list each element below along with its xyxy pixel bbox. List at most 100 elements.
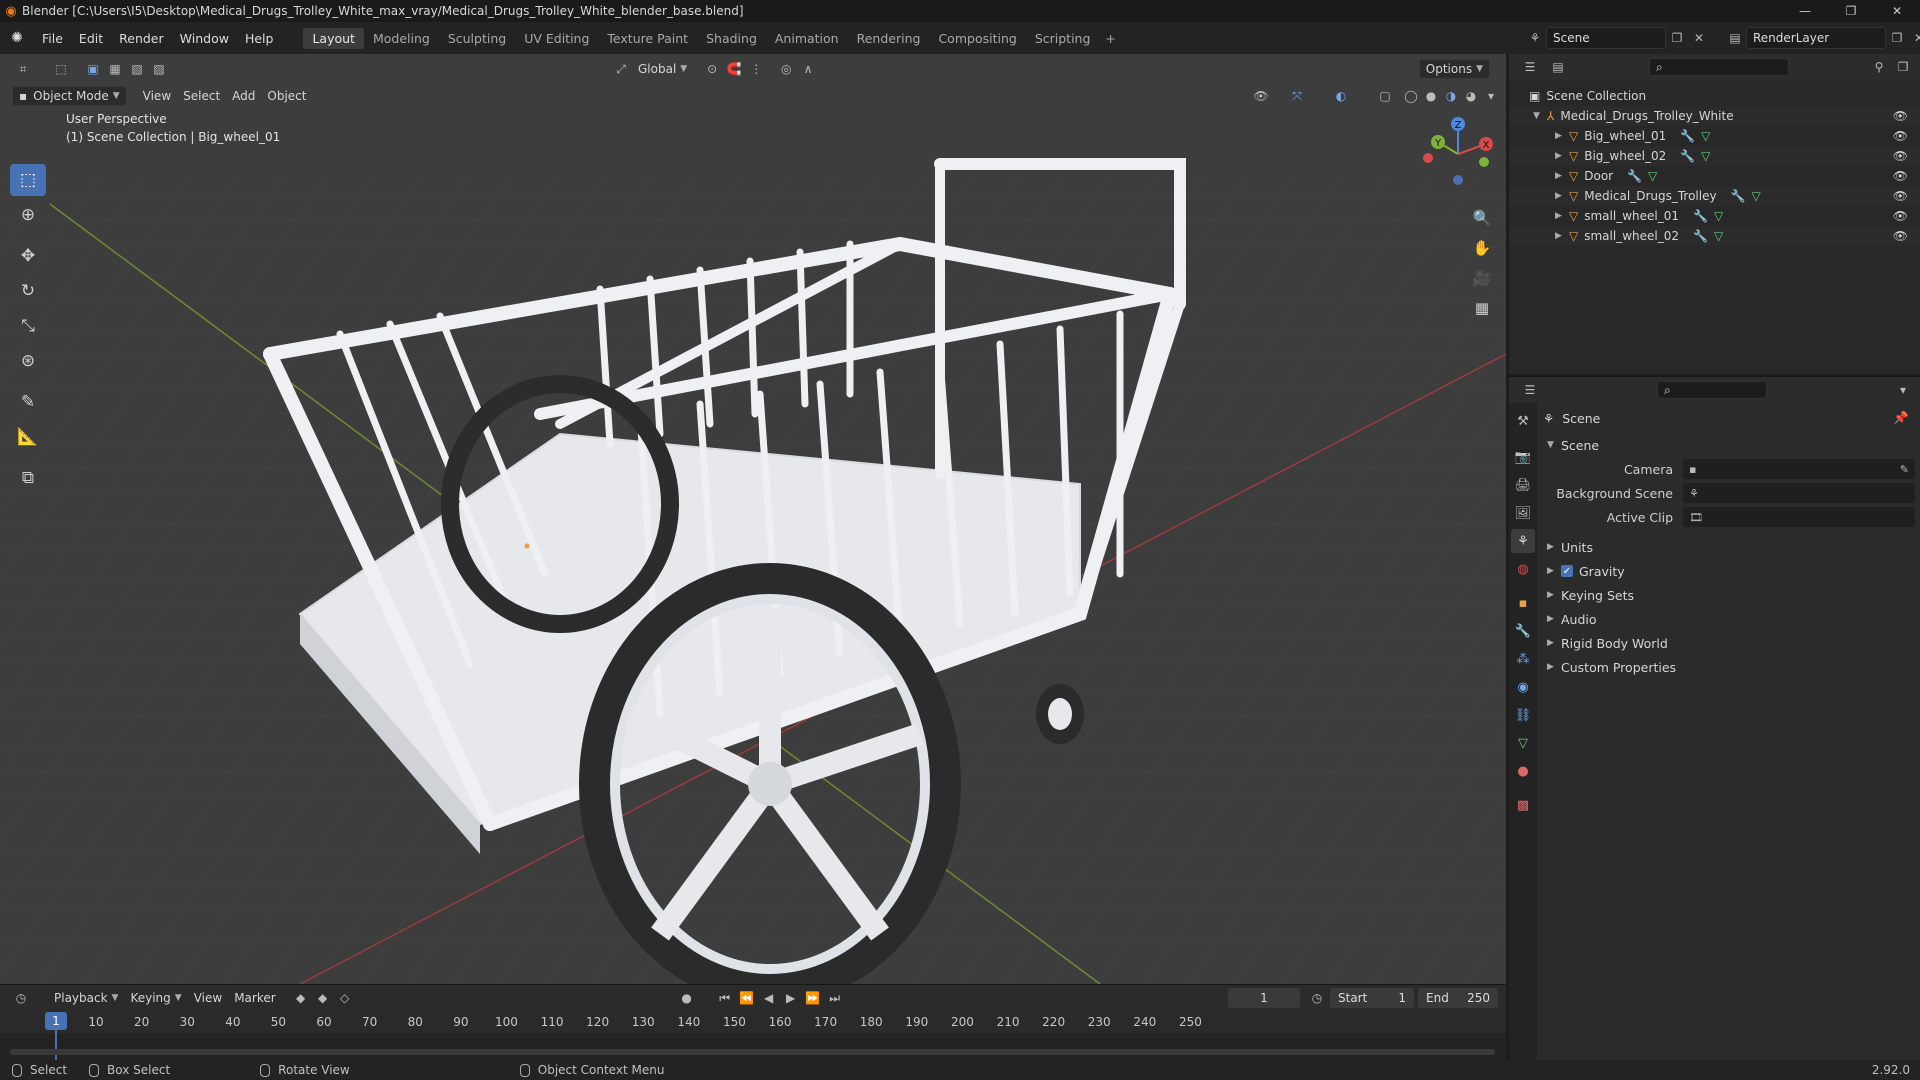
keying-dropdown[interactable]: Keying ▼: [124, 988, 187, 1008]
mesh-data-icon[interactable]: ▽: [1701, 149, 1710, 163]
tab-uv-editing[interactable]: UV Editing: [515, 28, 598, 49]
add-cube-tool-icon[interactable]: ⧉: [10, 462, 46, 494]
output-tab-icon[interactable]: 🖨: [1511, 473, 1535, 497]
material-tab-icon[interactable]: ●: [1511, 759, 1535, 783]
outliner-editor-type-icon[interactable]: ☰: [1519, 56, 1541, 78]
expand-arrow-icon[interactable]: ▶: [1547, 566, 1561, 576]
measure-tool-icon[interactable]: 📐: [10, 421, 46, 453]
tool-tab-icon[interactable]: ⚒: [1511, 409, 1535, 433]
visibility-eye-icon[interactable]: 👁: [1893, 209, 1908, 223]
shading-material-icon[interactable]: ◑: [1440, 85, 1462, 107]
blender-menu-icon[interactable]: ✺: [0, 30, 34, 46]
modifier-tab-icon[interactable]: 🔧: [1511, 619, 1535, 643]
view-layer-tab-icon[interactable]: 🖼: [1511, 501, 1535, 525]
frame-ruler[interactable]: 10 20 30 40 50 60 70 80 90 100 110 120 130 140 150 160 1…: [0, 1011, 1506, 1033]
visibility-eye-icon[interactable]: 👁: [1893, 129, 1908, 143]
modifier-wrench-icon[interactable]: 🔧: [1731, 189, 1746, 203]
physics-tab-icon[interactable]: ◉: [1511, 675, 1535, 699]
play-reverse-icon[interactable]: ◀: [758, 987, 780, 1009]
units-panel-header[interactable]: ▶ Units: [1543, 535, 1915, 559]
playhead[interactable]: 1: [45, 1012, 67, 1030]
active-clip-field[interactable]: 🎞: [1683, 507, 1915, 527]
close-button[interactable]: ✕: [1874, 0, 1920, 22]
editor-type-icon[interactable]: ⌗: [12, 58, 34, 80]
shading-rendered-icon[interactable]: ◕: [1460, 85, 1482, 107]
ortho-grid-icon[interactable]: ▦: [1468, 294, 1496, 322]
visibility-eye-icon[interactable]: 👁: [1893, 149, 1908, 163]
filter-icon[interactable]: ⚲: [1868, 56, 1890, 78]
mesh-data-icon[interactable]: ▽: [1714, 229, 1723, 243]
add-workspace-button[interactable]: +: [1099, 28, 1121, 49]
tab-rendering[interactable]: Rendering: [848, 28, 930, 49]
expand-arrow-icon[interactable]: ▶: [1555, 171, 1569, 181]
timeline-menu-view[interactable]: View: [188, 988, 228, 1008]
cursor-tool-icon[interactable]: ⊕: [10, 199, 46, 231]
keyframe-delete-icon[interactable]: ◇: [334, 987, 356, 1009]
background-scene-field[interactable]: ⚘: [1683, 483, 1915, 503]
3d-viewport[interactable]: ⌗ ⬚ ▣ ▦ ▧ ▨ ⤢ Global ▼ ⊙ 🧲 ⋮ ◎ ∧ Options ▼…: [0, 54, 1506, 984]
gravity-panel-header[interactable]: ▶ ✓ Gravity: [1543, 559, 1915, 583]
visibility-eye-icon[interactable]: 👁: [1893, 169, 1908, 183]
expand-arrow-icon[interactable]: ▶: [1555, 151, 1569, 161]
expand-arrow-icon[interactable]: ▼: [1533, 111, 1547, 121]
options-dropdown[interactable]: Options ▼: [1418, 59, 1490, 79]
new-renderlayer-icon[interactable]: ❐: [1886, 27, 1908, 49]
visibility-eye-icon[interactable]: 👁: [1893, 109, 1908, 123]
camera-view-icon[interactable]: 🎥: [1468, 264, 1496, 292]
pan-hand-icon[interactable]: ✋: [1468, 234, 1496, 262]
orientation-dropdown[interactable]: Global ▼: [632, 59, 693, 79]
timeline-scrollbar[interactable]: [10, 1049, 1495, 1055]
audio-panel-header[interactable]: ▶ Audio: [1543, 607, 1915, 631]
texture-tab-icon[interactable]: ▩: [1511, 793, 1535, 817]
mesh-data-icon[interactable]: ▽: [1752, 189, 1761, 203]
viewport-menu-view[interactable]: View: [137, 86, 177, 106]
outliner-collection-row[interactable]: ▼ ⅄ Medical_Drugs_Trolley_White 👁: [1509, 106, 1920, 126]
select-mode-subtract-icon[interactable]: ▧: [126, 58, 148, 80]
tab-shading[interactable]: Shading: [697, 28, 766, 49]
gizmo-toggle-icon[interactable]: ⤧: [1286, 85, 1308, 107]
scene-name-field[interactable]: Scene: [1546, 27, 1666, 49]
expand-arrow-icon[interactable]: ▶: [1555, 231, 1569, 241]
select-box-tool-icon[interactable]: ⬚: [10, 164, 46, 196]
snap-target-icon[interactable]: ⋮: [745, 58, 767, 80]
modifier-wrench-icon[interactable]: 🔧: [1680, 129, 1695, 143]
expand-arrow-icon[interactable]: ▶: [1555, 211, 1569, 221]
render-tab-icon[interactable]: 📷: [1511, 445, 1535, 469]
outliner-item-small-wheel-01[interactable]: ▶ ▽ small_wheel_01 🔧 ▽ 👁: [1509, 206, 1920, 226]
tab-animation[interactable]: Animation: [766, 28, 848, 49]
pivot-icon[interactable]: ⊙: [701, 58, 723, 80]
expand-arrow-icon[interactable]: ▶: [1547, 662, 1561, 672]
shading-options-icon[interactable]: ▾: [1480, 85, 1502, 107]
tab-compositing[interactable]: Compositing: [929, 28, 1025, 49]
properties-editor-type-icon[interactable]: ☰: [1519, 379, 1541, 401]
start-frame-field[interactable]: Start 1: [1330, 988, 1414, 1008]
outliner-item-medical-drugs-trolley[interactable]: ▶ ▽ Medical_Drugs_Trolley 🔧 ▽ 👁: [1509, 186, 1920, 206]
outliner-search-input[interactable]: ⌕: [1649, 58, 1789, 76]
select-mode-extend-icon[interactable]: ▦: [104, 58, 126, 80]
particles-tab-icon[interactable]: ⁂: [1511, 647, 1535, 671]
select-tool-icon[interactable]: ⬚: [50, 58, 72, 80]
move-tool-icon[interactable]: ✥: [10, 240, 46, 272]
new-collection-icon[interactable]: ❐: [1892, 56, 1914, 78]
outliner-item-door[interactable]: ▶ ▽ Door 🔧 ▽ 👁: [1509, 166, 1920, 186]
mesh-data-icon[interactable]: ▽: [1714, 209, 1723, 223]
expand-arrow-icon[interactable]: ▶: [1547, 542, 1561, 552]
mesh-data-icon[interactable]: ▽: [1701, 129, 1710, 143]
zoom-icon[interactable]: 🔍: [1468, 204, 1496, 232]
properties-search-input[interactable]: ⌕: [1657, 381, 1767, 399]
jump-end-icon[interactable]: ⏭: [824, 987, 846, 1009]
shading-wireframe-icon[interactable]: ◯: [1400, 85, 1422, 107]
new-scene-icon[interactable]: ❐: [1666, 27, 1688, 49]
tab-sculpting[interactable]: Sculpting: [439, 28, 515, 49]
constraints-tab-icon[interactable]: ⛓: [1511, 703, 1535, 727]
proportional-edit-icon[interactable]: ◎: [775, 58, 797, 80]
annotate-tool-icon[interactable]: ✎: [10, 386, 46, 418]
navigation-gizmo[interactable]: Z X Y: [1418, 114, 1498, 194]
keyframe-prev-icon[interactable]: ◆: [290, 987, 312, 1009]
menu-help[interactable]: Help: [237, 31, 282, 46]
keyframe-insert-icon[interactable]: ◆: [312, 987, 334, 1009]
expand-arrow-icon[interactable]: ▼: [1547, 440, 1561, 450]
expand-arrow-icon[interactable]: ▶: [1547, 614, 1561, 624]
overlay-toggle-icon[interactable]: ◐: [1330, 85, 1352, 107]
preview-range-icon[interactable]: ◷: [1306, 987, 1328, 1009]
